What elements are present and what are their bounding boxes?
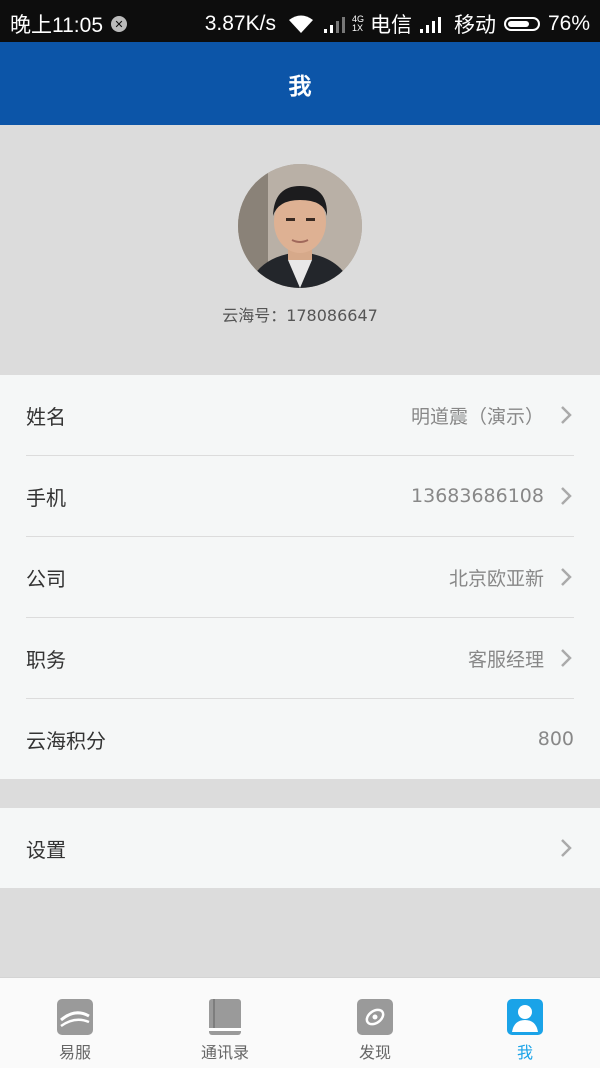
page-title: 我 <box>288 73 312 100</box>
avatar[interactable] <box>238 164 362 288</box>
row-position[interactable]: 职务 客服经理 <box>0 618 600 698</box>
row-company[interactable]: 公司 北京欧亚新 <box>0 537 600 617</box>
signal-icon-2 <box>419 17 441 33</box>
row-value: 800 <box>537 728 574 750</box>
bottom-tab-bar: 易服 通讯录 发现 我 <box>0 977 600 1068</box>
battery-percent: 76% <box>547 12 590 35</box>
battery-icon <box>503 17 540 31</box>
tab-me[interactable]: 我 <box>450 978 600 1068</box>
tab-contacts[interactable]: 通讯录 <box>150 978 300 1068</box>
carrier-2: 移动 <box>453 14 496 37</box>
contacts-book-icon <box>209 999 241 1035</box>
settings-row-inner: 设置 <box>0 808 600 888</box>
signal-icon-1 <box>323 17 345 33</box>
settings-label: 设置 <box>26 837 66 862</box>
settings-row[interactable]: 设置 <box>0 808 600 888</box>
wifi-icon <box>288 15 313 33</box>
tab-yifu[interactable]: 易服 <box>0 978 150 1068</box>
row-label: 姓名 <box>26 404 66 429</box>
discover-icon <box>357 999 393 1035</box>
tab-discover[interactable]: 发现 <box>300 978 450 1068</box>
row-label: 公司 <box>26 566 66 591</box>
chevron-right-icon <box>561 487 572 505</box>
yunhai-id: 云海号：178086647 <box>222 306 378 325</box>
row-value: 客服经理 <box>467 648 544 671</box>
notification-icon: ✕ <box>111 16 127 32</box>
tab-label: 我 <box>516 1043 533 1062</box>
row-value: 北京欧亚新 <box>448 567 544 590</box>
carrier-1: 电信 <box>369 14 412 37</box>
row-value: 13683686108 <box>411 485 544 507</box>
row-points: 云海积分 800 <box>0 699 600 779</box>
chevron-right-icon <box>561 568 572 586</box>
tab-label: 通讯录 <box>200 1043 249 1062</box>
status-time: 晚上11:05 <box>10 14 103 37</box>
status-bar: 晚上11:05 ✕ 3.87K/s 4G 1X 电信 移动 76% <box>0 0 600 42</box>
title-bar: 我 <box>0 42 600 125</box>
row-label: 云海积分 <box>26 728 106 753</box>
tab-label: 易服 <box>58 1043 91 1062</box>
profile-info-list: 姓名 明道震（演示） 手机 13683686108 公司 北京欧亚新 职务 客服… <box>0 375 600 779</box>
avatar-photo <box>238 164 362 288</box>
row-label: 职务 <box>26 647 66 672</box>
profile-header: 云海号：178086647 <box>0 125 600 375</box>
row-name[interactable]: 姓名 明道震（演示） <box>0 375 600 455</box>
user-profile-icon <box>507 999 543 1035</box>
row-value: 明道震（演示） <box>410 405 544 428</box>
chevron-right-icon <box>561 406 572 424</box>
network-type: 4G 1X <box>351 14 364 33</box>
network-speed: 3.87K/s <box>204 12 276 35</box>
chevron-right-icon <box>561 649 572 667</box>
row-label: 手机 <box>26 485 66 510</box>
row-phone[interactable]: 手机 13683686108 <box>0 456 600 536</box>
tab-label: 发现 <box>358 1043 391 1062</box>
yifu-icon <box>57 999 93 1035</box>
chevron-right-icon <box>561 839 572 857</box>
